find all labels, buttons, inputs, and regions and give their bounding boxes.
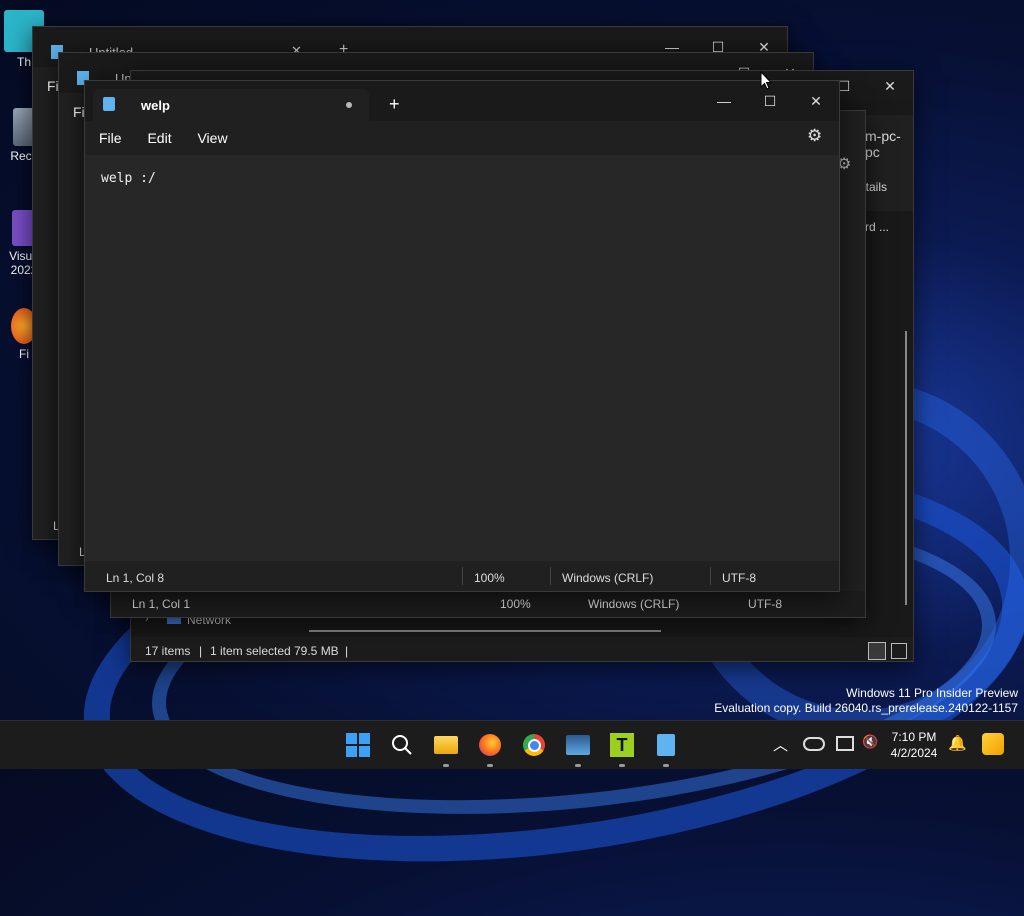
t-app-icon: T <box>610 733 634 757</box>
watermark-line-2: Evaluation copy. Build 26040.rs_prerelea… <box>714 701 1018 715</box>
windows-logo-icon <box>346 733 370 757</box>
status-zoom[interactable]: 100% <box>474 571 505 585</box>
running-indicator <box>443 764 449 767</box>
running-indicator <box>487 764 493 767</box>
menu-file[interactable]: File <box>99 130 122 146</box>
evaluation-watermark: Windows 11 Pro Insider Preview Evaluatio… <box>714 686 1018 716</box>
unsaved-dot-icon[interactable] <box>346 102 352 108</box>
menu-bar: File Edit View <box>99 130 246 146</box>
task-manager-icon <box>566 735 590 755</box>
menu-file[interactable]: Fi <box>73 104 85 120</box>
divider <box>550 567 551 585</box>
notification-bell-icon[interactable]: 🔔 <box>948 734 967 752</box>
list-item[interactable]: rd ... <box>865 220 889 234</box>
file-explorer-button[interactable] <box>430 729 462 761</box>
tab-title[interactable]: welp <box>141 98 170 113</box>
close-button[interactable]: ✕ <box>867 71 913 101</box>
minimize-button[interactable]: — <box>701 81 747 121</box>
status-encoding[interactable]: UTF-8 <box>722 571 756 585</box>
details-view-button[interactable] <box>868 642 886 660</box>
clock-date: 4/2/2024 <box>890 746 938 760</box>
tab-welp[interactable] <box>93 89 369 123</box>
selection-size: 79.5 MB <box>294 644 339 658</box>
clock[interactable]: 7:10 PM 4/2/2024 <box>888 729 940 761</box>
status-position: Ln 1, Col 8 <box>106 571 165 585</box>
running-indicator <box>575 764 581 767</box>
status-zoom[interactable]: 100% <box>500 597 531 611</box>
close-button[interactable]: ✕ <box>793 81 839 121</box>
divider: | <box>345 644 349 658</box>
address-bar[interactable]: m-pc-pc <box>865 128 913 160</box>
volume-muted-icon[interactable]: 🔇 <box>862 734 878 750</box>
selection-count: 1 item selected <box>210 644 291 658</box>
horizontal-scrollbar[interactable] <box>309 630 661 632</box>
notepad-icon <box>103 97 115 111</box>
scrollbar[interactable] <box>905 331 907 605</box>
status-line-ending[interactable]: Windows (CRLF) <box>588 597 679 611</box>
notepad-window[interactable]: welp + — ☐ ✕ File Edit View ⚙ welp :/ Ln… <box>84 80 840 592</box>
mouse-cursor-icon <box>760 71 772 90</box>
watermark-line-1: Windows 11 Pro Insider Preview <box>846 686 1018 700</box>
status-position: Ln 1, Col 1 <box>132 597 191 611</box>
start-button[interactable] <box>342 729 374 761</box>
search-button[interactable] <box>386 729 418 761</box>
settings-icon[interactable]: ⚙ <box>807 126 822 146</box>
onedrive-icon[interactable] <box>803 737 825 751</box>
firefox-icon <box>479 734 501 756</box>
display-icon[interactable] <box>836 736 854 751</box>
editor-text[interactable]: welp :/ <box>101 171 156 186</box>
app-button[interactable]: T <box>606 729 638 761</box>
firefox-button[interactable] <box>474 729 506 761</box>
task-manager-button[interactable] <box>562 729 594 761</box>
status-encoding[interactable]: UTF-8 <box>748 597 782 611</box>
chrome-icon <box>523 734 545 756</box>
taskbar: T ︿ 🔇 7:10 PM 4/2/2024 🔔 <box>0 720 1024 769</box>
notepad-icon <box>657 734 675 756</box>
notepad-taskbar-button[interactable] <box>650 729 682 761</box>
item-count: 17 items <box>145 644 191 658</box>
copilot-icon[interactable] <box>982 733 1004 755</box>
status-line-ending[interactable]: Windows (CRLF) <box>562 571 653 585</box>
folder-icon <box>434 736 458 754</box>
menu-file[interactable]: Fi <box>47 78 59 94</box>
desktop-icon-label: Fi <box>19 347 29 361</box>
running-indicator <box>619 764 625 767</box>
divider: | <box>199 644 203 658</box>
divider <box>710 567 711 585</box>
menu-edit[interactable]: Edit <box>147 130 171 146</box>
chevron-up-icon[interactable]: ︿ <box>773 734 788 755</box>
search-icon <box>392 735 412 755</box>
divider <box>462 567 463 585</box>
desktop-icon-label: Th <box>16 55 31 69</box>
editor-area[interactable]: welp :/ <box>85 155 839 561</box>
tiles-view-button[interactable] <box>891 643 907 659</box>
new-tab-button[interactable]: + <box>389 94 400 115</box>
chrome-button[interactable] <box>518 729 550 761</box>
clock-time: 7:10 PM <box>891 730 937 744</box>
menu-view[interactable]: View <box>197 130 227 146</box>
running-indicator <box>663 764 669 767</box>
